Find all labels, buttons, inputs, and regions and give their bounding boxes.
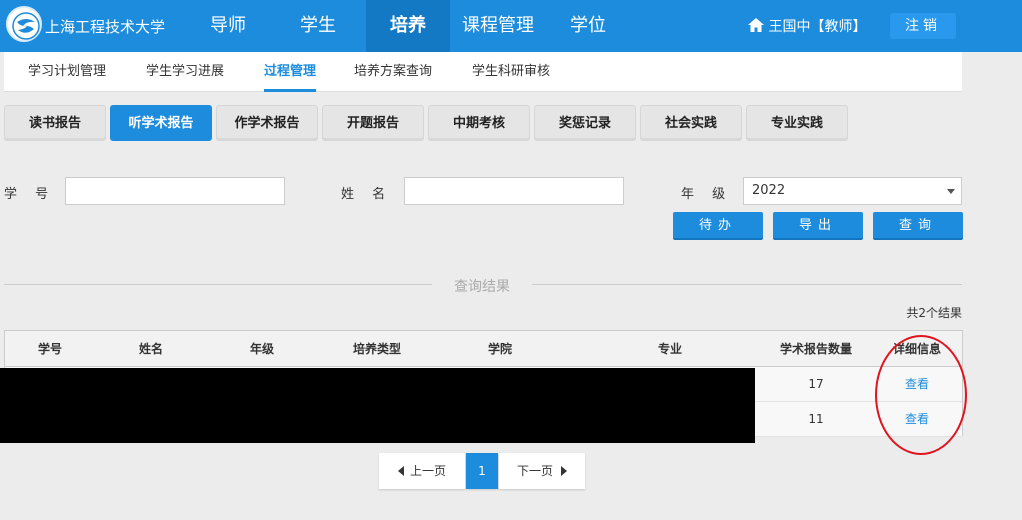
divider-right bbox=[532, 284, 962, 285]
todo-button[interactable]: 待办 bbox=[673, 212, 763, 240]
next-page-label: 下一页 bbox=[516, 464, 553, 478]
tab-midterm-assessment[interactable]: 中期考核 bbox=[428, 105, 530, 141]
column-header: 学号 bbox=[37, 342, 62, 356]
prev-page-label: 上一页 bbox=[409, 464, 446, 478]
student-id-input[interactable] bbox=[65, 177, 285, 205]
export-button[interactable]: 导出 bbox=[773, 212, 863, 240]
home-icon bbox=[748, 18, 764, 32]
column-header: 专业 bbox=[657, 342, 682, 356]
column-header: 年级 bbox=[249, 342, 274, 356]
tab-social-practice[interactable]: 社会实践 bbox=[640, 105, 742, 141]
subnav-training-plan-query[interactable]: 培养方案查询 bbox=[354, 52, 432, 92]
tab-proposal-report[interactable]: 开题报告 bbox=[322, 105, 424, 141]
nav-training[interactable]: 培养 bbox=[366, 0, 450, 52]
tab-give-academic-report[interactable]: 作学术报告 bbox=[216, 105, 318, 141]
subnav-process-management[interactable]: 过程管理 bbox=[264, 52, 317, 92]
redaction-block bbox=[0, 368, 755, 443]
nav-tutor[interactable]: 导师 bbox=[195, 0, 261, 52]
tab-attend-academic-report[interactable]: 听学术报告 bbox=[110, 105, 212, 141]
name-label: 姓 名 bbox=[341, 187, 387, 202]
user-name: 王国中【教师】 bbox=[768, 19, 867, 35]
nav-student[interactable]: 学生 bbox=[285, 0, 351, 52]
current-user: 王国中【教师】 bbox=[748, 16, 866, 36]
next-page-button[interactable]: 下一页 bbox=[499, 453, 585, 489]
top-navbar: 上海工程技术大学 导师 学生 培养 课程管理 学位 王国中【教师】 注销 bbox=[0, 0, 1022, 52]
nav-degree[interactable]: 学位 bbox=[556, 0, 620, 52]
table-header: 学号 姓名 年级 培养类型 学院 专业 学术报告数量 详细信息 bbox=[5, 331, 962, 367]
prev-page-button[interactable]: 上一页 bbox=[379, 453, 465, 489]
highlight-circle-annotation bbox=[875, 335, 967, 455]
name-input[interactable] bbox=[404, 177, 624, 205]
logout-button[interactable]: 注销 bbox=[890, 13, 956, 39]
subnav-study-plan[interactable]: 学习计划管理 bbox=[28, 52, 106, 92]
grade-select[interactable]: 2022 bbox=[743, 177, 962, 205]
student-id-label: 学 号 bbox=[4, 187, 50, 202]
tab-reading-report[interactable]: 读书报告 bbox=[4, 105, 106, 141]
grade-label: 年 级 bbox=[681, 187, 727, 202]
university-logo-icon bbox=[6, 6, 42, 42]
subnav-study-progress[interactable]: 学生学习进展 bbox=[146, 52, 224, 92]
result-count: 共2个结果 bbox=[906, 306, 962, 320]
column-header: 培养类型 bbox=[352, 342, 401, 356]
chevron-right-icon bbox=[561, 466, 567, 476]
page-number-current[interactable]: 1 bbox=[466, 453, 498, 489]
chevron-left-icon bbox=[397, 466, 404, 476]
query-button[interactable]: 查询 bbox=[873, 212, 963, 240]
nav-course-management[interactable]: 课程管理 bbox=[456, 0, 540, 52]
school-name: 上海工程技术大学 bbox=[45, 18, 166, 36]
report-count-cell: 17 bbox=[808, 377, 824, 391]
sub-navbar: 学习计划管理 学生学习进展 过程管理 培养方案查询 学生科研审核 bbox=[4, 52, 962, 92]
chevron-down-icon bbox=[947, 189, 955, 194]
subnav-research-review[interactable]: 学生科研审核 bbox=[472, 52, 550, 92]
tab-professional-practice[interactable]: 专业实践 bbox=[746, 105, 848, 141]
divider-left bbox=[4, 284, 432, 285]
column-header: 学院 bbox=[487, 342, 512, 356]
grade-select-value: 2022 bbox=[752, 183, 786, 198]
results-title: 查询结果 bbox=[454, 279, 510, 295]
column-header: 学术报告数量 bbox=[779, 342, 852, 356]
tab-rewards-punishments[interactable]: 奖惩记录 bbox=[534, 105, 636, 141]
report-count-cell: 11 bbox=[808, 412, 824, 426]
column-header: 姓名 bbox=[138, 342, 163, 356]
